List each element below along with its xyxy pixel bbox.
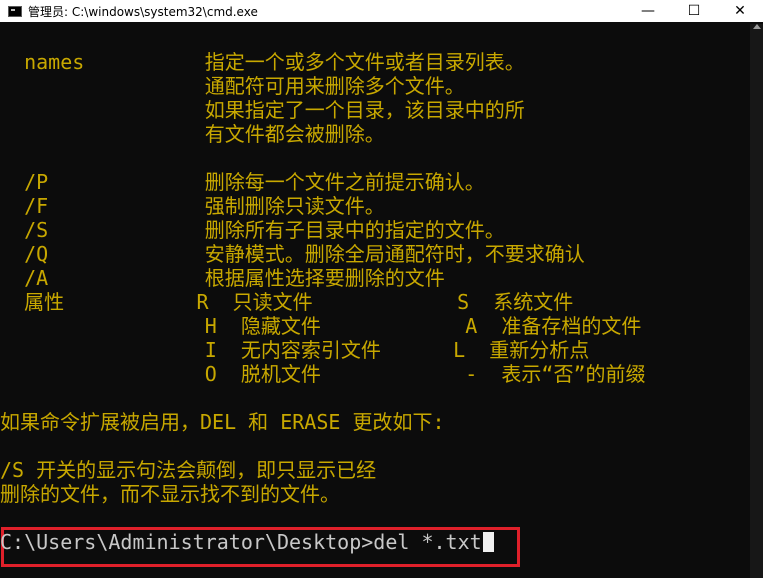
vertical-scrollbar[interactable] <box>750 24 763 578</box>
console-line: names 指定一个或多个文件或者目录列表。 <box>0 50 525 74</box>
console-line: H 隐藏文件 A 准备存档的文件 <box>0 314 642 338</box>
console-line: 如果指定了一个目录，该目录中的所 <box>0 98 525 122</box>
maximize-button[interactable]: ☐ <box>671 0 717 22</box>
title-bar[interactable]: 管理员: C:\windows\system32\cmd.exe — ☐ ✕ <box>0 0 763 22</box>
console-line: /A 根据属性选择要删除的文件 <box>0 266 445 290</box>
console-line: 属性 R 只读文件 S 系统文件 <box>0 290 574 314</box>
console-line: /Q 安静模式。删除全局通配符时，不要求确认 <box>0 242 585 266</box>
prompt-path: C:\Users\Administrator\Desktop> <box>0 530 374 554</box>
cmd-window: 管理员: C:\windows\system32\cmd.exe — ☐ ✕ n… <box>0 0 763 578</box>
console-line: 通配符可用来删除多个文件。 <box>0 74 465 98</box>
text-cursor <box>482 532 494 552</box>
console-line: 删除的文件，而不显示找不到的文件。 <box>0 482 340 506</box>
window-controls: — ☐ ✕ <box>625 0 763 22</box>
console-line: /P 删除每一个文件之前提示确认。 <box>0 170 485 194</box>
cmd-icon <box>8 5 22 17</box>
console-line: O 脱机文件 - 表示“否”的前缀 <box>0 362 646 386</box>
console-line: 如果命令扩展被启用，DEL 和 ERASE 更改如下: <box>0 410 445 434</box>
command-line[interactable]: C:\Users\Administrator\Desktop> del *.txt <box>0 530 494 554</box>
scroll-up-icon[interactable] <box>753 24 761 29</box>
minimize-button[interactable]: — <box>625 0 671 22</box>
command-input[interactable]: del *.txt <box>373 530 481 554</box>
console-output: names 指定一个或多个文件或者目录列表。 通配符可用来删除多个文件。 如果指… <box>0 24 750 578</box>
console-line: 有文件都会被删除。 <box>0 122 385 146</box>
console-line: /S 删除所有子目录中的指定的文件。 <box>0 218 505 242</box>
console-line: /S 开关的显示句法会颠倒，即只显示已经 <box>0 458 377 482</box>
console-line: /F 强制删除只读文件。 <box>0 194 385 218</box>
window-title: 管理员: C:\windows\system32\cmd.exe <box>28 4 258 19</box>
close-button[interactable]: ✕ <box>717 0 763 22</box>
console-line: I 无内容索引文件 L 重新分析点 <box>0 338 590 362</box>
